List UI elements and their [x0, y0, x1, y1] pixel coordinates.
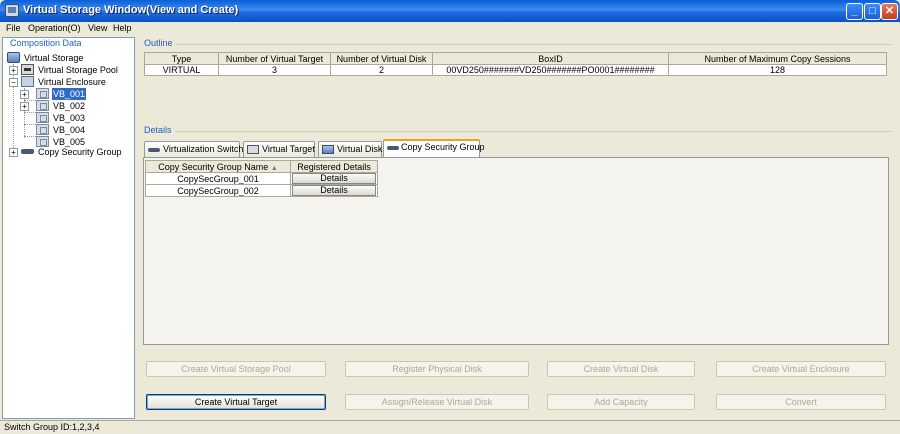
tree-node-vb-001[interactable]: VB_001 [36, 88, 96, 100]
create-virtual-storage-pool-button[interactable]: Create Virtual Storage Pool [146, 361, 326, 377]
outline-table: Type Number of Virtual Target Number of … [144, 52, 887, 76]
tab-label: Virtual Target [262, 144, 315, 154]
col-group-name-label: Copy Security Group Name [158, 161, 269, 172]
details-cell: Details [290, 172, 378, 185]
storage-pool-icon [21, 64, 34, 75]
create-virtual-enclosure-button[interactable]: Create Virtual Enclosure [716, 361, 886, 377]
sort-ascending-icon: ▲ [270, 164, 278, 172]
composition-tree-panel[interactable]: Composition Data Virtual Storage + Virtu… [2, 37, 135, 419]
expand-icon[interactable]: + [20, 90, 29, 99]
outline-boxid-cell: 00VD250#######VD250#######PO0001######## [432, 64, 669, 76]
virtual-box-icon [36, 124, 49, 135]
outline-col-max-sessions[interactable]: Number of Maximum Copy Sessions [668, 52, 887, 65]
menu-operation[interactable]: Operation(O) [28, 23, 81, 33]
virtual-storage-icon [7, 52, 20, 63]
collapse-icon[interactable]: − [9, 78, 18, 87]
outline-heading: Outline [144, 38, 173, 48]
maximize-button[interactable]: □ [864, 3, 881, 20]
outline-virtual-disk-cell: 2 [330, 64, 433, 76]
group-name-cell: CopySecGroup_001 [145, 172, 291, 185]
tree-node-virtual-storage[interactable]: Virtual Storage [7, 52, 127, 64]
tree-node-vb-004[interactable]: VB_004 [36, 124, 96, 136]
tab-virtual-target[interactable]: Virtual Target [243, 141, 315, 157]
tree-node-label: Virtual Enclosure [38, 77, 106, 87]
tree-connector [24, 112, 36, 113]
convert-button[interactable]: Convert [716, 394, 886, 410]
expand-icon[interactable]: + [20, 102, 29, 111]
register-physical-disk-button[interactable]: Register Physical Disk [345, 361, 529, 377]
close-button[interactable]: ✕ [881, 3, 898, 20]
tab-virtual-disk[interactable]: Virtual Disk [318, 141, 382, 157]
tree-node-label: Copy Security Group [38, 147, 122, 157]
enclosure-icon [21, 76, 34, 87]
tree-node-vb-003[interactable]: VB_003 [36, 112, 96, 124]
create-virtual-disk-button[interactable]: Create Virtual Disk [547, 361, 695, 377]
group-name-cell: CopySecGroup_002 [145, 184, 291, 197]
col-group-name[interactable]: Copy Security Group Name ▲ [145, 160, 291, 173]
details-button[interactable]: Details [292, 185, 376, 196]
composition-data-heading: Composition Data [10, 38, 82, 48]
tree-connector [24, 124, 36, 125]
tab-label: Copy Security Group [401, 142, 485, 152]
tree-node-label: VB_002 [53, 101, 86, 111]
outline-col-boxid[interactable]: BoxID [432, 52, 669, 65]
copy-group-icon [21, 149, 34, 154]
disk-icon [322, 145, 334, 154]
tree-node-storage-pool[interactable]: Virtual Storage Pool [21, 64, 131, 76]
create-virtual-target-button[interactable]: Create Virtual Target [146, 394, 326, 410]
tree-connector [24, 136, 36, 137]
status-text: Switch Group ID:1,2,3,4 [4, 422, 100, 432]
tree-node-virtual-enclosure[interactable]: Virtual Enclosure [21, 76, 131, 88]
tab-copy-security-group[interactable]: Copy Security Group [383, 139, 485, 157]
virtual-box-icon [36, 112, 49, 123]
minimize-button[interactable]: _ [846, 3, 863, 20]
outline-divider [176, 44, 892, 45]
tree-node-copy-security-group[interactable]: Copy Security Group [21, 146, 133, 158]
table-row[interactable]: VIRTUAL 3 2 00VD250#######VD250#######PO… [144, 64, 887, 76]
col-registered-details[interactable]: Registered Details [290, 160, 378, 173]
details-cell: Details [290, 184, 378, 197]
outline-type-cell: VIRTUAL [144, 64, 219, 76]
tree-node-label: VB_003 [53, 113, 86, 123]
outline-virtual-target-cell: 3 [218, 64, 331, 76]
menu-file[interactable]: File [6, 23, 21, 33]
virtual-box-icon [36, 100, 49, 111]
window-title: Virtual Storage Window(View and Create) [23, 4, 239, 16]
expand-icon[interactable]: + [9, 148, 18, 157]
details-heading: Details [144, 125, 172, 135]
menu-bar: File Operation(O) View Help [0, 22, 900, 36]
tree-node-label: Virtual Storage Pool [38, 65, 118, 75]
switch-icon [148, 148, 160, 152]
outline-col-virtual-target[interactable]: Number of Virtual Target [218, 52, 331, 65]
outline-col-virtual-disk[interactable]: Number of Virtual Disk [330, 52, 433, 65]
tab-virtualization-switch[interactable]: Virtualization Switch [144, 141, 244, 157]
table-row[interactable]: CopySecGroup_002 Details [145, 184, 378, 197]
tab-label: Virtual Disk [337, 144, 383, 154]
copy-group-icon [387, 146, 399, 150]
add-capacity-button[interactable]: Add Capacity [547, 394, 695, 410]
outline-col-type[interactable]: Type [144, 52, 219, 65]
tree-node-label: VB_004 [53, 125, 86, 135]
virtual-box-icon [36, 88, 49, 99]
copy-security-group-panel: Copy Security Group Name ▲ Registered De… [143, 157, 889, 345]
tab-label: Virtualization Switch [163, 144, 244, 154]
copy-group-table: Copy Security Group Name ▲ Registered De… [145, 160, 378, 197]
assign-release-virtual-disk-button[interactable]: Assign/Release Virtual Disk [345, 394, 529, 410]
tree-connector [24, 100, 36, 101]
target-icon [247, 145, 259, 154]
status-bar: Switch Group ID:1,2,3,4 [0, 420, 900, 434]
details-divider [175, 131, 892, 132]
app-icon [5, 4, 19, 17]
tree-node-vb-002[interactable]: VB_002 [36, 100, 96, 112]
menu-help[interactable]: Help [113, 23, 132, 33]
details-button[interactable]: Details [292, 173, 376, 184]
tree-node-label: Virtual Storage [24, 53, 84, 63]
table-row[interactable]: CopySecGroup_001 Details [145, 172, 378, 185]
menu-view[interactable]: View [88, 23, 107, 33]
outline-max-sessions-cell: 128 [668, 64, 887, 76]
title-bar[interactable]: Virtual Storage Window(View and Create) … [0, 0, 900, 22]
tree-node-label: VB_001 [52, 88, 87, 100]
expand-icon[interactable]: + [9, 66, 18, 75]
